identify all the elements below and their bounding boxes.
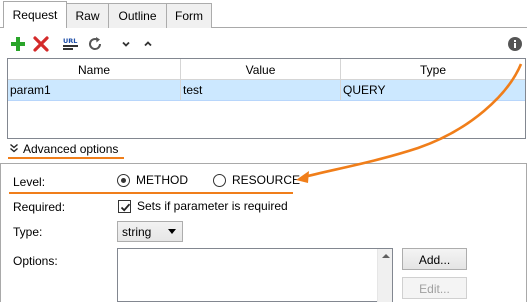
required-checkbox-label: Sets if parameter is required [137,199,288,213]
double-chevron-down-icon [9,143,23,155]
tab-outline[interactable]: Outline [108,3,167,28]
cell-type[interactable]: QUERY [341,80,525,100]
tab-request[interactable]: Request [3,1,67,28]
radio-method-indicator[interactable] [117,173,130,187]
svg-text:URL: URL [63,37,77,45]
radio-resource[interactable]: RESOURCE [213,173,300,187]
options-label: Options: [13,254,58,268]
required-checkbox[interactable]: Sets if parameter is required [118,199,288,213]
column-header-type[interactable]: Type [341,59,525,79]
type-select[interactable]: string [117,221,183,242]
options-list[interactable] [117,248,393,302]
table-header: Name Value Type [8,59,525,80]
required-checkbox-box[interactable] [118,199,131,213]
advanced-options-highlight [8,157,124,159]
advanced-options-toggle[interactable]: Advanced options [9,140,118,158]
level-highlight [9,192,293,194]
add-icon[interactable] [9,35,27,53]
radio-method-label: METHOD [136,173,188,187]
column-header-value[interactable]: Value [181,59,341,79]
radio-resource-label: RESOURCE [232,173,301,187]
required-label: Required: [13,200,66,214]
column-header-name[interactable]: Name [8,59,181,79]
move-up-icon[interactable] [139,35,157,53]
cell-name[interactable]: param1 [8,80,181,100]
scroll-up-icon[interactable] [382,254,390,258]
level-label: Level: [13,175,46,189]
radio-resource-indicator[interactable] [213,173,226,187]
edit-button[interactable]: Edit... [402,277,467,299]
refresh-icon[interactable] [86,35,104,53]
tab-raw[interactable]: Raw [66,3,109,28]
info-icon[interactable] [506,35,524,53]
toolbar: URL [0,32,527,56]
params-table: Name Value Type param1 test QUERY [7,58,526,139]
type-label: Type: [13,225,43,239]
radio-method[interactable]: METHOD [117,173,188,187]
tab-bar: Request Raw Outline Form [0,0,527,28]
options-scrollbar[interactable] [377,249,392,302]
cell-value[interactable]: test [181,80,341,100]
move-down-icon[interactable] [117,35,135,53]
tab-form[interactable]: Form [166,3,212,28]
chevron-down-icon [168,229,176,234]
add-button[interactable]: Add... [402,248,467,270]
table-row[interactable]: param1 test QUERY [8,80,525,101]
type-select-value: string [122,225,152,239]
url-encode-icon[interactable]: URL [62,35,80,53]
advanced-options-label: Advanced options [23,142,119,156]
delete-icon[interactable] [32,35,50,53]
